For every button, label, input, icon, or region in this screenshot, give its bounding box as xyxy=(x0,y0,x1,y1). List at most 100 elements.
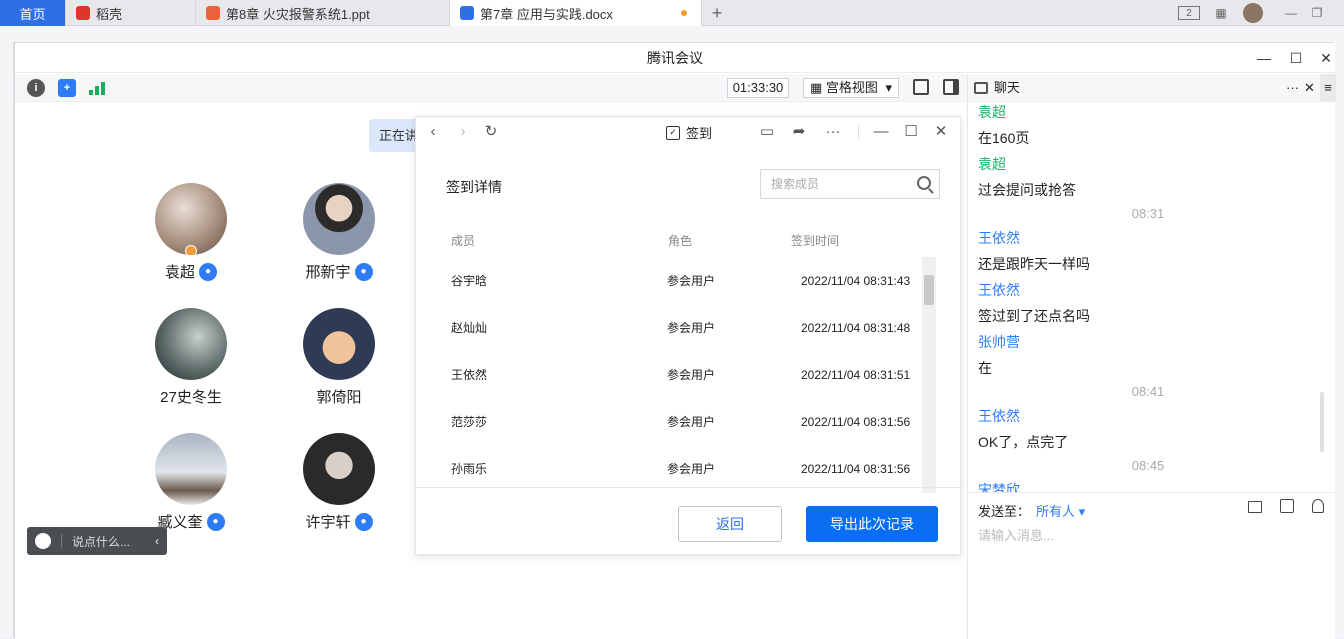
chat-messages: 袁超 在160页 袁超 过会提问或抢答 08:31 王依然 还是跟昨天一样吗 王… xyxy=(968,102,1328,492)
participant-name: 许宇轩 xyxy=(305,514,351,531)
new-tab-button[interactable]: + xyxy=(708,3,726,23)
tab-home[interactable]: 首页 xyxy=(0,0,66,26)
row-time: 2022/11/04 08:31:43 xyxy=(801,274,911,288)
chat-sender: 张帅营 xyxy=(978,334,1020,350)
column-member: 成员 xyxy=(451,234,476,248)
mic-icon: ● xyxy=(354,262,373,281)
avatar xyxy=(303,183,375,255)
participant-tile[interactable]: 臧义奎 ● xyxy=(126,433,256,532)
chat-timestamp: 08:31 xyxy=(1131,206,1165,221)
chat-input[interactable]: 请输入消息... xyxy=(978,525,1054,544)
ppt-icon xyxy=(206,6,220,20)
send-to-label: 发送至： xyxy=(978,504,1031,519)
collapse-icon[interactable]: ‹ xyxy=(155,534,159,548)
shield-icon[interactable]: + xyxy=(58,79,76,97)
export-record-button[interactable]: 导出此次记录 xyxy=(806,506,938,542)
send-to-select[interactable]: 所有人 ▾ xyxy=(1036,501,1085,520)
participant-tile[interactable]: 袁超 ● xyxy=(126,183,256,282)
row-time: 2022/11/04 08:31:56 xyxy=(801,415,911,429)
avatar xyxy=(155,433,227,505)
page-badge[interactable]: 2 xyxy=(1178,6,1200,20)
chat-title: 聊天 xyxy=(994,80,1021,95)
info-icon[interactable]: i xyxy=(27,79,45,97)
back-nav-icon[interactable]: ‹ xyxy=(424,123,442,141)
search-icon[interactable] xyxy=(917,176,931,190)
tab-ppt[interactable]: 第8章 火灾报警系统1.ppt xyxy=(196,0,450,26)
view-mode-select[interactable]: ▦ 宫格视图 ▾ xyxy=(803,78,899,98)
participant-name: 郭倚阳 xyxy=(316,389,362,406)
chat-close-icon[interactable]: ✕ xyxy=(1304,74,1315,102)
participant-tile[interactable]: 邢新宇 ● xyxy=(274,183,404,282)
row-role: 参会用户 xyxy=(667,462,716,476)
row-member: 孙雨乐 xyxy=(451,462,488,476)
chat-sender: 袁超 xyxy=(978,104,1006,120)
chat-more-icon[interactable]: ··· xyxy=(1286,74,1299,102)
forward-nav-icon[interactable]: › xyxy=(454,123,472,141)
wps-restore-icon[interactable]: ❐ xyxy=(1308,4,1326,22)
clipboard-icon[interactable] xyxy=(1280,499,1294,513)
checkin-panel-header: ‹ › ↻ ✓ 签到 ▭ ➦ ··· — ☐ ✕ xyxy=(416,117,962,147)
participant-tile[interactable]: 27史冬生 xyxy=(126,308,256,407)
row-member: 谷宇晗 xyxy=(451,274,488,288)
screen-share-icon[interactable]: ▭ xyxy=(758,123,776,141)
table-row: 谷宇晗 参会用户 2022/11/04 08:31:43 xyxy=(416,258,926,305)
panel-maximize-icon[interactable]: ☐ xyxy=(902,123,920,141)
close-button[interactable]: ✕ xyxy=(1317,49,1335,67)
table-row: 孙雨乐 参会用户 2022/11/04 08:31:56 xyxy=(416,446,926,486)
checkin-details-heading: 签到详情 xyxy=(446,179,502,195)
folder-icon[interactable] xyxy=(1248,501,1262,513)
menu-icon[interactable]: ≡ xyxy=(1320,74,1336,102)
panel-close-icon[interactable]: ✕ xyxy=(932,123,950,141)
tab-docx[interactable]: 第7章 应用与实践.docx xyxy=(450,0,702,26)
chat-sender: 王依然 xyxy=(978,408,1020,424)
video-stage: 正在讲 袁超 ● 邢新宇 ● 27史冬生 郭倚阳 臧义奎 ● 许宇轩 ● 说点什… xyxy=(15,102,967,639)
panel-minimize-icon[interactable]: — xyxy=(872,123,890,141)
maximize-button[interactable]: ☐ xyxy=(1287,49,1305,67)
meeting-timer: 01:33:30 xyxy=(727,78,789,98)
table-row: 赵灿灿 参会用户 2022/11/04 08:31:48 xyxy=(416,305,926,352)
user-avatar[interactable] xyxy=(1243,3,1263,23)
refresh-icon[interactable]: ↻ xyxy=(482,123,500,141)
checkin-panel: ‹ › ↻ ✓ 签到 ▭ ➦ ··· — ☐ ✕ 签到详情 搜索成员 成员 角色… xyxy=(415,116,962,555)
chat-timestamp: 08:45 xyxy=(1131,458,1165,473)
chat-panel: 聊天 ··· ✕ ≡ 袁超 在160页 袁超 过会提问或抢答 08:31 王依然… xyxy=(967,74,1336,639)
row-role: 参会用户 xyxy=(667,274,716,288)
back-button[interactable]: 返回 xyxy=(678,506,782,542)
checkin-title: ✓ 签到 xyxy=(666,123,712,142)
mic-icon: ● xyxy=(354,512,373,531)
wps-minimize-icon[interactable]: — xyxy=(1282,4,1300,22)
table-row: 范莎莎 参会用户 2022/11/04 08:31:56 xyxy=(416,399,926,446)
more-icon[interactable]: ··· xyxy=(824,123,842,141)
chat-message: 在160页 xyxy=(978,130,1030,146)
share-icon[interactable]: ➦ xyxy=(790,123,808,141)
member-search-input[interactable]: 搜索成员 xyxy=(760,169,940,199)
docer-icon xyxy=(76,6,90,20)
say-something-input[interactable]: 说点什么... xyxy=(72,533,130,550)
chat-scrollbar[interactable] xyxy=(1320,392,1324,452)
user-icon[interactable] xyxy=(1312,499,1324,513)
tab-docer[interactable]: 稻壳 xyxy=(66,0,196,26)
participant-tile[interactable]: 许宇轩 ● xyxy=(274,433,404,532)
signal-icon[interactable] xyxy=(89,81,105,95)
row-role: 参会用户 xyxy=(667,368,716,382)
sidebar-toggle-icon[interactable] xyxy=(943,79,959,95)
send-to-value: 所有人 xyxy=(1036,504,1076,519)
fullscreen-icon[interactable] xyxy=(913,79,929,95)
emoji-icon[interactable] xyxy=(35,533,51,549)
minimize-button[interactable]: — xyxy=(1255,49,1273,67)
reaction-bar[interactable]: 说点什么... ‹ xyxy=(27,527,167,555)
chat-sender: 王依然 xyxy=(978,230,1020,246)
participant-name: 邢新宇 xyxy=(305,264,351,281)
table-row: 王依然 参会用户 2022/11/04 08:31:51 xyxy=(416,352,926,399)
grid-apps-icon[interactable]: ▦ xyxy=(1212,4,1230,22)
tab-docer-label: 稻壳 xyxy=(96,6,123,22)
meeting-title: 腾讯会议 xyxy=(647,50,703,66)
participant-tile[interactable]: 郭倚阳 xyxy=(274,308,404,407)
table-scrollbar[interactable] xyxy=(922,257,936,493)
scrollbar-thumb[interactable] xyxy=(924,275,934,305)
mic-icon: ● xyxy=(206,512,225,531)
tab-home-label: 首页 xyxy=(19,6,46,22)
wps-left-margin xyxy=(0,42,14,638)
wps-toolbar xyxy=(0,26,1344,42)
avatar xyxy=(303,308,375,380)
